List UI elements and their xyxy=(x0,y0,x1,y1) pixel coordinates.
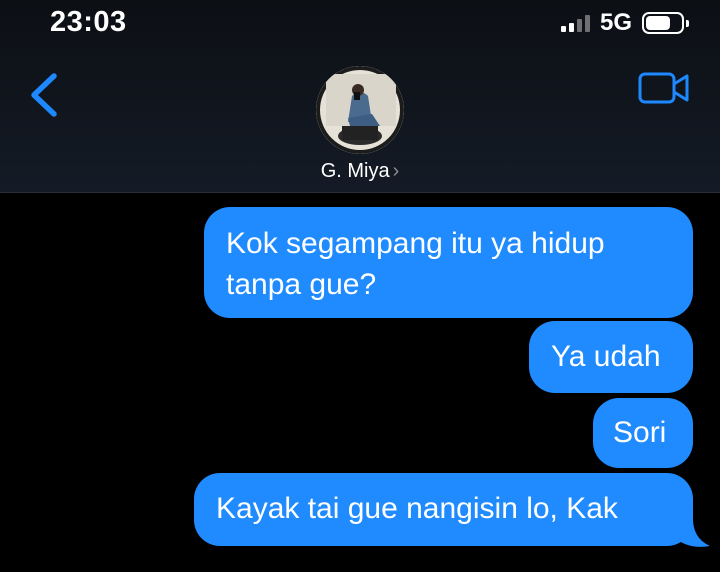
back-button[interactable] xyxy=(26,70,66,120)
battery-icon xyxy=(642,12,689,34)
message-bubble[interactable]: Kok segampang itu ya hidup tanpa gue? xyxy=(204,207,693,318)
network-type: 5G xyxy=(599,9,632,36)
video-call-button[interactable] xyxy=(637,70,691,108)
contact-avatar[interactable] xyxy=(316,66,404,154)
message-bubble[interactable]: Sori xyxy=(593,398,693,468)
message-text: Sori xyxy=(613,416,667,449)
chevron-right-icon: › xyxy=(392,160,400,182)
signal-icon xyxy=(560,14,590,32)
message-line: Kok segampang itu ya hidup xyxy=(226,227,605,260)
bubble-tail xyxy=(668,516,710,547)
chevron-left-icon xyxy=(31,73,57,117)
message-line: tanpa gue? xyxy=(226,268,377,301)
message-text: Ya udah xyxy=(551,340,661,373)
message-bubble[interactable]: Kayak tai gue nangisin lo, Kak xyxy=(194,473,693,546)
status-icons: 5G xyxy=(560,8,689,38)
contact-name: G. Miya xyxy=(320,160,390,182)
video-camera-icon xyxy=(638,72,689,104)
message-bubble[interactable]: Ya udah xyxy=(529,321,693,393)
status-time: 23:03 xyxy=(50,6,127,38)
contact-name-button[interactable]: G. Miya › xyxy=(0,160,720,183)
message-text: Kayak tai gue nangisin lo, Kak xyxy=(216,492,618,525)
conversation-header: 23:03 5G G. Miya › xyxy=(0,0,720,193)
